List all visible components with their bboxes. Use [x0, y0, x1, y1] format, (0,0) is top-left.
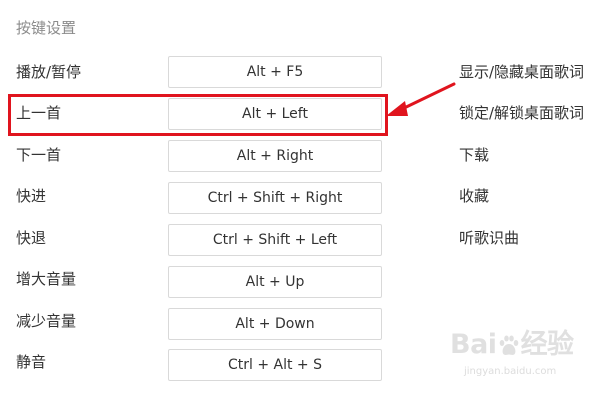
shortcut-label-rewind: 快退 — [16, 229, 47, 247]
watermark-logo: Bai 经验 — [450, 328, 574, 362]
shortcut-label-mute: 静音 — [16, 353, 47, 371]
section-title: 按键设置 — [16, 19, 77, 37]
shortcut-label-previous: 上一首 — [16, 104, 62, 122]
paw-icon — [499, 335, 518, 355]
shortcut-input-fast-forward[interactable]: Ctrl + Shift + Right — [168, 182, 382, 214]
shortcut-label-play-pause: 播放/暂停 — [16, 63, 82, 81]
shortcut-input-previous[interactable]: Alt + Left — [168, 98, 382, 130]
shortcut-input-rewind[interactable]: Ctrl + Shift + Left — [168, 224, 382, 256]
watermark-logo-right: 经验 — [520, 329, 575, 360]
shortcut-input-mute[interactable]: Ctrl + Alt + S — [168, 349, 382, 381]
shortcut-input-next[interactable]: Alt + Right — [168, 140, 382, 172]
shortcut-label-volume-up: 增大音量 — [16, 270, 77, 288]
shortcut-input-play-pause[interactable]: Alt + F5 — [168, 56, 382, 88]
shortcut-label-volume-down: 减少音量 — [16, 312, 77, 330]
watermark-logo-left: Bai — [450, 329, 497, 360]
shortcut-label-fast-forward: 快进 — [16, 187, 47, 205]
shortcut-input-volume-up[interactable]: Alt + Up — [168, 266, 382, 298]
shortcut-label-next: 下一首 — [16, 146, 62, 164]
shortcut-label-song-recognition: 听歌识曲 — [459, 229, 520, 247]
baidu-jingyan-watermark: Bai 经验 jingyan.baidu.com — [450, 328, 590, 390]
watermark-url: jingyan.baidu.com — [464, 366, 557, 377]
annotation-arrow-icon — [386, 82, 456, 116]
shortcut-label-favorite: 收藏 — [459, 187, 490, 205]
shortcut-label-download: 下载 — [459, 146, 490, 164]
shortcut-input-volume-down[interactable]: Alt + Down — [168, 308, 382, 340]
